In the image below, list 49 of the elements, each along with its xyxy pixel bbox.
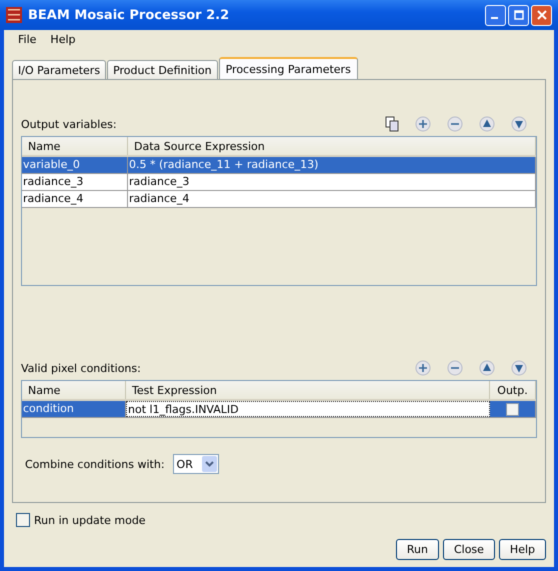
tab[interactable]: I/O Parameters (12, 60, 106, 79)
section-label: Output variables: (21, 118, 117, 130)
combine-dropdown[interactable]: OR (172, 454, 219, 474)
move-up-icon[interactable] (479, 360, 495, 376)
copy-icon[interactable] (385, 116, 399, 132)
remove-icon[interactable] (447, 360, 463, 376)
move-down-icon[interactable] (511, 116, 527, 132)
combine-label: Combine conditions with: (25, 458, 165, 470)
table-row[interactable]: radiance_3 radiance_3 (22, 174, 536, 191)
table-cell: 0.5 * (radiance_11 + radiance_13) (128, 157, 536, 173)
checkbox[interactable] (16, 513, 30, 527)
minimize-icon (490, 17, 498, 19)
column-header[interactable]: Outp. (490, 381, 536, 399)
remove-icon[interactable] (447, 116, 463, 132)
chevron-down-icon (204, 461, 214, 467)
tab[interactable]: Processing Parameters (218, 57, 358, 79)
minimize-button[interactable] (485, 4, 506, 26)
menu-item[interactable]: Help (50, 32, 76, 46)
dialog-button[interactable]: Close (442, 539, 495, 560)
table-cell: not l1_flags.INVALID (126, 401, 490, 417)
move-up-icon[interactable] (479, 116, 495, 132)
maximize-icon (514, 10, 524, 20)
column-header[interactable]: Name (22, 137, 128, 155)
move-down-icon[interactable] (511, 360, 527, 376)
table-cell: radiance_4 (128, 191, 536, 207)
tab[interactable]: Product Definition (107, 60, 218, 79)
table-row[interactable]: radiance_4 radiance_4 (22, 191, 536, 208)
window-title: BEAM Mosaic Processor 2.2 (28, 8, 230, 22)
table-row[interactable]: condition not l1_flags.INVALID (22, 401, 536, 418)
column-header[interactable]: Data Source Expression (128, 137, 536, 155)
menu-item[interactable]: File (18, 32, 36, 46)
close-icon (536, 10, 546, 20)
add-icon[interactable] (415, 360, 431, 376)
column-header[interactable]: Name (22, 381, 126, 399)
checkbox-label: Run in update mode (34, 514, 146, 526)
section-label: Valid pixel conditions: (21, 362, 141, 374)
close-button[interactable] (531, 4, 552, 26)
add-icon[interactable] (415, 116, 431, 132)
column-header[interactable]: Test Expression (126, 381, 490, 399)
maximize-button[interactable] (508, 4, 529, 26)
dialog-button[interactable]: Run (396, 539, 439, 560)
checkbox[interactable] (506, 402, 519, 416)
dialog-button[interactable]: Help (498, 539, 546, 560)
app-logo-icon (6, 7, 22, 23)
table-cell: radiance_3 (22, 174, 128, 190)
table-cell: radiance_3 (128, 174, 536, 190)
table-cell: radiance_4 (22, 191, 128, 207)
table-cell: variable_0 (22, 157, 128, 173)
table-row[interactable]: variable_0 0.5 * (radiance_11 + radiance_13) (22, 157, 536, 174)
